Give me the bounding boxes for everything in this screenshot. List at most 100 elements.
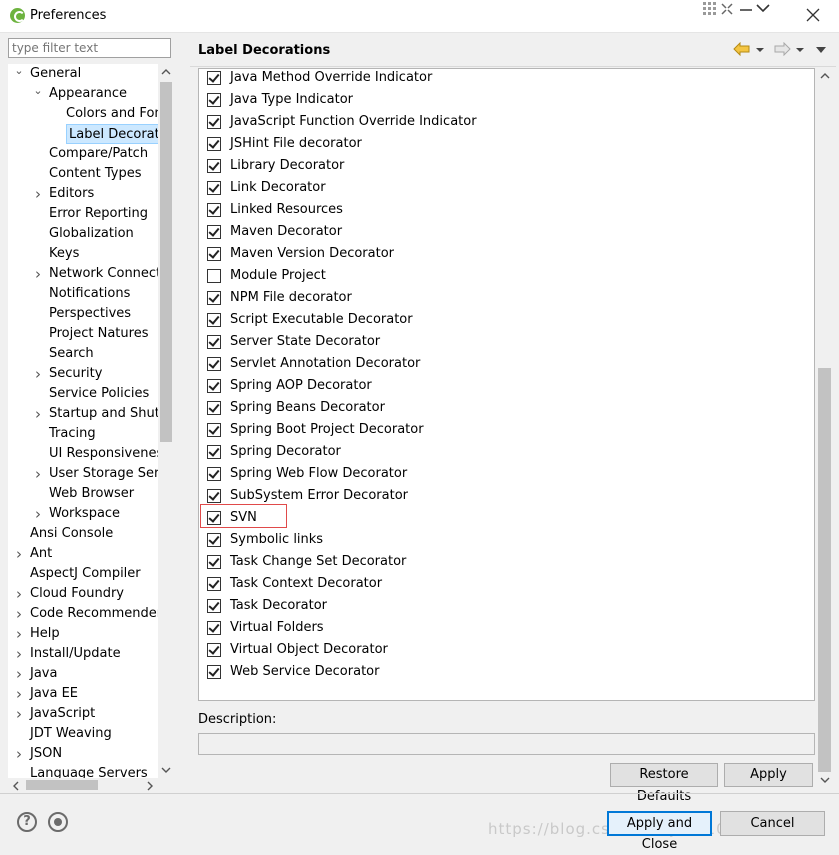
chevron-right-icon[interactable]: ›	[33, 504, 43, 524]
tree-item[interactable]: › Editors	[8, 184, 174, 204]
restore-defaults-button[interactable]: Restore Defaults	[610, 763, 718, 804]
page-scroll-up-icon[interactable]	[820, 70, 830, 80]
decorator-checkbox[interactable]	[207, 489, 221, 503]
tree-item[interactable]: Language Servers	[8, 764, 174, 778]
back-menu-chevron-icon[interactable]	[755, 44, 765, 54]
back-arrow-icon[interactable]	[733, 41, 751, 57]
decorator-checkbox[interactable]	[207, 357, 221, 371]
decorator-checkbox[interactable]	[207, 181, 221, 195]
cancel-button[interactable]: Cancel	[720, 811, 825, 836]
tree-item[interactable]: › Network Connections	[8, 264, 174, 284]
collapse-icon[interactable]	[720, 2, 734, 16]
tree-item[interactable]: Search	[8, 344, 174, 364]
chevron-right-icon[interactable]: ›	[33, 404, 43, 424]
tree-item[interactable]: JDT Weaving	[8, 724, 174, 744]
scroll-left-icon[interactable]	[11, 780, 21, 791]
chevron-right-icon[interactable]: ›	[14, 744, 24, 764]
decorator-checkbox[interactable]	[207, 93, 221, 107]
tree-item[interactable]: Globalization	[8, 224, 174, 244]
chevron-down-icon[interactable]	[756, 2, 770, 14]
chevron-right-icon[interactable]: ›	[14, 604, 24, 624]
decorator-checkbox[interactable]	[207, 401, 221, 415]
tree-item[interactable]: Error Reporting	[8, 204, 174, 224]
tree-item[interactable]: Service Policies	[8, 384, 174, 404]
apply-button[interactable]: Apply	[724, 763, 813, 787]
tree-item[interactable]: Colors and Fonts	[8, 104, 174, 124]
close-icon[interactable]	[806, 8, 820, 22]
chevron-right-icon[interactable]: ›	[14, 684, 24, 704]
decorator-checkbox[interactable]	[207, 445, 221, 459]
decorator-checkbox[interactable]	[207, 115, 221, 129]
chevron-right-icon[interactable]: ›	[14, 704, 24, 724]
tree-item[interactable]: UI Responsiveness	[8, 444, 174, 464]
tree-item[interactable]: Web Browser	[8, 484, 174, 504]
decorator-checkbox[interactable]	[207, 291, 221, 305]
tree-item[interactable]: Keys	[8, 244, 174, 264]
apply-and-close-button[interactable]: Apply and Close	[607, 811, 712, 852]
chevron-right-icon[interactable]: ›	[33, 184, 43, 204]
decorator-checkbox[interactable]	[207, 137, 221, 151]
decorator-checkbox[interactable]	[207, 313, 221, 327]
chevron-right-icon[interactable]: ›	[33, 264, 43, 284]
tree-item[interactable]: Project Natures	[8, 324, 174, 344]
filter-input[interactable]	[8, 38, 171, 58]
tree-item[interactable]: › Security	[8, 364, 174, 384]
decorator-checkbox[interactable]	[207, 423, 221, 437]
tree-item[interactable]: Label Decorations	[8, 124, 174, 144]
chevron-right-icon[interactable]: ›	[14, 544, 24, 564]
tree-item[interactable]: Ansi Console	[8, 524, 174, 544]
tree-item[interactable]: Perspectives	[8, 304, 174, 324]
chevron-right-icon[interactable]: ›	[14, 584, 24, 604]
tree-item[interactable]: › Help	[8, 624, 174, 644]
scroll-up-icon[interactable]	[161, 66, 171, 76]
tree-item[interactable]: › JavaScript	[8, 704, 174, 724]
help-icon[interactable]: ?	[17, 812, 37, 832]
scroll-right-icon[interactable]	[145, 780, 155, 791]
chevron-down-icon[interactable]: ⌄	[33, 84, 43, 104]
decorator-checkbox[interactable]	[207, 203, 221, 217]
tree-item[interactable]: › Install/Update	[8, 644, 174, 664]
decorator-checkbox[interactable]	[207, 665, 221, 679]
tree-item[interactable]: Compare/Patch	[8, 144, 174, 164]
decorator-checkbox[interactable]	[207, 467, 221, 481]
page-vertical-scroll-thumb[interactable]	[818, 368, 831, 772]
tree-item[interactable]: › Ant	[8, 544, 174, 564]
scroll-down-icon[interactable]	[161, 764, 171, 774]
tree-item[interactable]: › Java EE	[8, 684, 174, 704]
chevron-right-icon[interactable]: ›	[14, 664, 24, 684]
tree-item[interactable]: › User Storage Service	[8, 464, 174, 484]
chevron-right-icon[interactable]: ›	[14, 644, 24, 664]
decorator-checkbox[interactable]	[207, 555, 221, 569]
chevron-right-icon[interactable]: ›	[33, 464, 43, 484]
tree-item[interactable]: › Workspace	[8, 504, 174, 524]
import-export-icon[interactable]	[48, 812, 68, 832]
tree-item[interactable]: › Startup and Shutdown	[8, 404, 174, 424]
tree-item[interactable]: › Code Recommenders	[8, 604, 174, 624]
tree-item[interactable]: › Java	[8, 664, 174, 684]
decorator-checkbox[interactable]	[207, 159, 221, 173]
decorator-checkbox[interactable]	[207, 335, 221, 349]
decorator-checkbox[interactable]	[207, 225, 221, 239]
page-scroll-down-icon[interactable]	[820, 774, 830, 784]
tree-item[interactable]: Tracing	[8, 424, 174, 444]
minimize-icon[interactable]	[740, 4, 752, 14]
decorator-checkbox[interactable]	[207, 269, 221, 283]
view-menu-icon[interactable]	[815, 44, 827, 54]
chevron-down-icon[interactable]: ⌄	[14, 64, 24, 84]
tree-item[interactable]: ⌄ Appearance	[8, 84, 174, 104]
decorator-checkbox[interactable]	[207, 621, 221, 635]
tree-item[interactable]: › Cloud Foundry	[8, 584, 174, 604]
grid-icon[interactable]	[703, 2, 717, 16]
decorator-checkbox[interactable]	[207, 71, 221, 85]
decorator-checkbox[interactable]	[207, 643, 221, 657]
chevron-right-icon[interactable]: ›	[33, 364, 43, 384]
tree-vertical-scroll-thumb[interactable]	[160, 82, 172, 442]
tree-item[interactable]: Content Types	[8, 164, 174, 184]
decorator-checkbox[interactable]	[207, 247, 221, 261]
decorator-checkbox[interactable]	[207, 379, 221, 393]
chevron-right-icon[interactable]: ›	[14, 624, 24, 644]
forward-arrow-icon[interactable]	[773, 41, 791, 57]
tree-horizontal-scroll-thumb[interactable]	[26, 780, 98, 790]
decorator-checkbox[interactable]	[207, 599, 221, 613]
decorator-checkbox[interactable]	[207, 577, 221, 591]
